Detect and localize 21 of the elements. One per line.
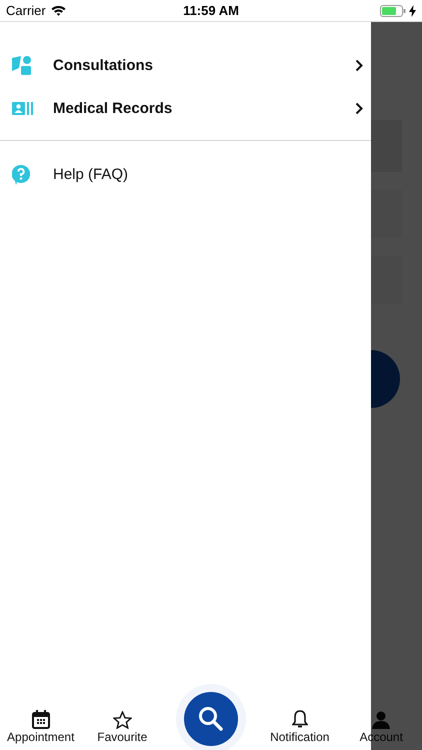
tab-button[interactable]: Favourite	[82, 711, 163, 744]
search-icon	[198, 706, 224, 732]
clock-time: 11:59 AM	[183, 3, 239, 18]
charging-icon	[409, 4, 416, 16]
calendar-icon	[32, 710, 50, 729]
wifi-icon	[50, 5, 66, 16]
chevron-icon	[355, 102, 363, 115]
chevron-icon	[355, 59, 363, 72]
tab-button[interactable]: Notification	[259, 710, 340, 744]
menu-item[interactable]: Consultations	[0, 44, 371, 87]
help-icon	[12, 164, 30, 184]
id-card-icon	[12, 102, 33, 115]
star-icon	[112, 711, 132, 729]
shapes-icon	[12, 56, 32, 75]
tab-button[interactable]: Appointment	[0, 710, 82, 744]
bell-icon	[292, 710, 308, 729]
search-button[interactable]	[184, 692, 238, 746]
menu-item[interactable]: Help (FAQ)	[0, 153, 371, 196]
battery-icon	[380, 4, 406, 16]
carrier-label: Carrier	[6, 3, 46, 18]
menu-item[interactable]: Medical Records	[0, 87, 371, 130]
